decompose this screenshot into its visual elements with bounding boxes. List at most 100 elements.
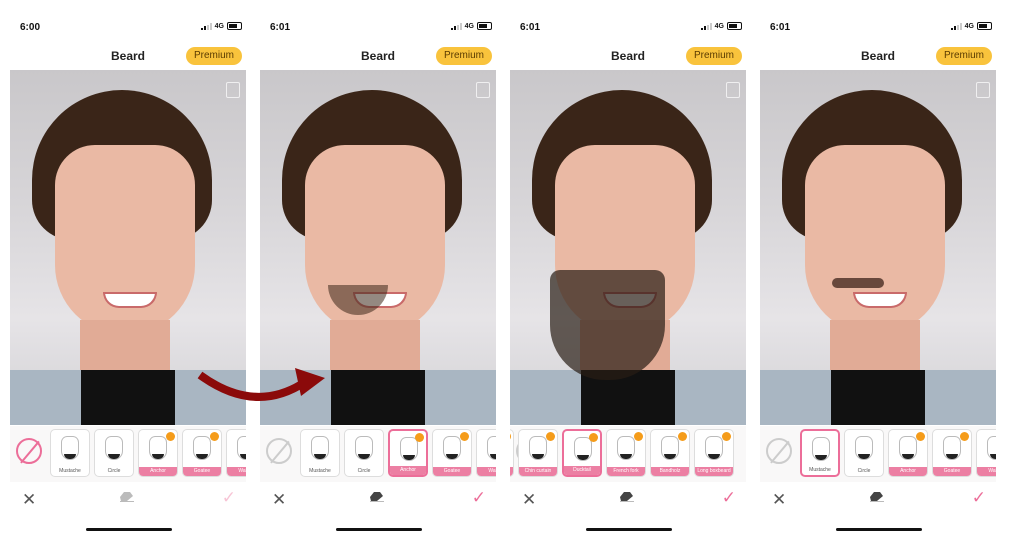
network-type: 4G (964, 22, 974, 30)
signal-icon (950, 22, 962, 30)
home-indicator (336, 528, 422, 531)
premium-button[interactable]: Premium (685, 47, 742, 65)
applied-beard (550, 270, 665, 380)
no-beard-icon[interactable] (16, 438, 42, 464)
home-indicator (86, 528, 172, 531)
beard-style-label: Walrus (227, 467, 246, 476)
close-icon[interactable]: ✕ (772, 490, 786, 510)
beard-style-label: Circle (857, 468, 871, 474)
bottom-toolbar: ✕ ✓ (10, 486, 246, 514)
check-icon[interactable]: ✓ (222, 488, 236, 508)
beard-style-picker[interactable]: Mustache Circle Anchor Goatee Walrus (10, 426, 246, 482)
bottom-toolbar: ✕ ✓ (760, 486, 996, 514)
beard-style-tile[interactable]: Chin curtain (518, 429, 558, 477)
beard-style-tile[interactable]: Walrus (476, 429, 496, 477)
signal-icon (200, 22, 212, 30)
beard-style-tile[interactable]: Walrus (976, 429, 996, 477)
crown-icon (546, 432, 555, 441)
face-photo (510, 70, 746, 425)
crown-icon (678, 432, 687, 441)
no-beard-icon[interactable] (266, 438, 292, 464)
beard-style-label: Anchor (889, 467, 927, 476)
bottom-toolbar: ✕ ✓ (510, 486, 746, 514)
beard-style-label: Walrus (510, 467, 513, 476)
beard-style-tile[interactable]: Circle (94, 429, 134, 477)
beard-style-tile[interactable]: Mustache (50, 429, 90, 477)
beard-style-tile[interactable]: Anchor (138, 429, 178, 477)
crown-icon (634, 432, 643, 441)
beard-style-tile[interactable]: Anchor (388, 429, 428, 477)
beard-style-tile[interactable]: Ducktail (562, 429, 602, 477)
check-icon[interactable]: ✓ (972, 488, 986, 508)
beard-style-label: Goatee (183, 467, 221, 476)
beard-style-label: Mustache (809, 467, 831, 473)
check-icon[interactable]: ✓ (472, 488, 486, 508)
beard-style-picker[interactable]: Mustache Circle Anchor Goatee Walrus (760, 426, 996, 482)
face-photo (760, 70, 996, 425)
beard-style-picker[interactable]: Walrus Chin curtain Ducktail French fork… (510, 426, 746, 482)
clock: 6:00 (20, 22, 41, 33)
close-icon[interactable]: ✕ (22, 490, 36, 510)
eraser-icon[interactable] (870, 492, 884, 502)
smile (853, 292, 907, 308)
status-bar: 6:00 4G (20, 22, 242, 36)
jacket (760, 370, 996, 425)
sound-icon[interactable] (476, 82, 490, 98)
beard-style-tile[interactable]: Bandholz (650, 429, 690, 477)
beard-style-label: Anchor (390, 466, 426, 475)
beard-style-label: Anchor (139, 467, 177, 476)
status-icons: 4G (200, 22, 242, 30)
close-icon[interactable]: ✕ (522, 490, 536, 510)
signal-icon (450, 22, 462, 30)
sound-icon[interactable] (726, 82, 740, 98)
status-icons: 4G (950, 22, 992, 30)
beard-style-tile[interactable]: Goatee (432, 429, 472, 477)
status-icons: 4G (450, 22, 492, 30)
battery-icon (477, 22, 492, 30)
beard-style-label: Mustache (59, 468, 81, 474)
sound-icon[interactable] (976, 82, 990, 98)
network-type: 4G (214, 22, 224, 30)
crown-icon (722, 432, 731, 441)
smile (103, 292, 157, 308)
bottom-toolbar: ✕ ✓ (260, 486, 496, 514)
beard-style-tile[interactable]: Anchor (888, 429, 928, 477)
crown-icon (460, 432, 469, 441)
no-beard-icon[interactable] (766, 438, 792, 464)
beard-style-tile[interactable]: Walrus (226, 429, 246, 477)
eraser-icon[interactable] (620, 492, 634, 502)
home-indicator (586, 528, 672, 531)
beard-style-label: Ducktail (564, 466, 600, 475)
beard-style-tile[interactable]: Walrus (510, 429, 514, 477)
crown-icon (589, 433, 598, 442)
beard-style-tile[interactable]: Goatee (932, 429, 972, 477)
close-icon[interactable]: ✕ (272, 490, 286, 510)
clock: 6:01 (770, 22, 791, 33)
beard-style-tile[interactable]: Mustache (300, 429, 340, 477)
network-type: 4G (464, 22, 474, 30)
check-icon[interactable]: ✓ (722, 488, 736, 508)
beard-style-tile[interactable]: Goatee (182, 429, 222, 477)
crown-icon (415, 433, 424, 442)
beard-style-label: Circle (357, 468, 371, 474)
beard-style-tile[interactable]: Circle (344, 429, 384, 477)
beard-style-tile[interactable]: Circle (844, 429, 884, 477)
sound-icon[interactable] (226, 82, 240, 98)
beard-style-tile[interactable]: Mustache (800, 429, 840, 477)
eraser-icon[interactable] (120, 492, 134, 502)
premium-button[interactable]: Premium (435, 47, 492, 65)
beard-style-picker[interactable]: Mustache Circle Anchor Goatee Walrus (260, 426, 496, 482)
premium-button[interactable]: Premium (185, 47, 242, 65)
home-indicator (836, 528, 922, 531)
eraser-icon[interactable] (370, 492, 384, 502)
beard-style-tile[interactable]: Long boxbeard (694, 429, 734, 477)
phone-screen: 6:01 4G Beard Premium Mustache Circle An… (260, 0, 496, 552)
crown-icon (960, 432, 969, 441)
beard-style-label: Walrus (977, 467, 996, 476)
status-icons: 4G (700, 22, 742, 30)
beard-style-tile[interactable]: French fork (606, 429, 646, 477)
crown-icon (210, 432, 219, 441)
clock: 6:01 (520, 22, 541, 33)
premium-button[interactable]: Premium (935, 47, 992, 65)
status-bar: 6:01 4G (270, 22, 492, 36)
